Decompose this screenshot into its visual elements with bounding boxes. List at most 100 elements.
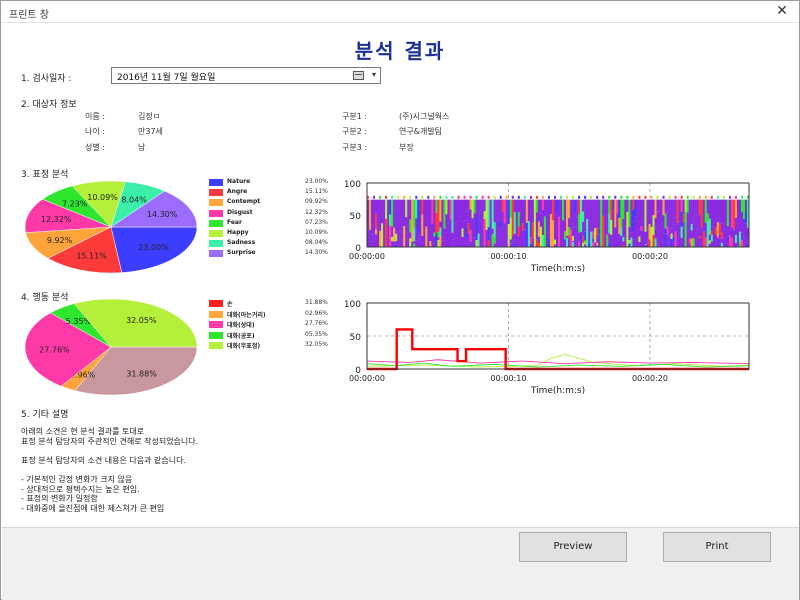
expression-timeline-segment (642, 223, 645, 231)
expression-timeline-segment (696, 229, 699, 238)
behavior-timeline-x-tick-label: 00:00:20 (632, 374, 668, 383)
expression-timeline-segment (574, 213, 577, 236)
expression-timeline-segment (499, 195, 502, 199)
expression-slice-label-1: 15.11% (76, 252, 107, 261)
expression-timeline-segment (553, 239, 557, 245)
expression-timeline-segment (455, 199, 458, 222)
expression-timeline-segment (606, 234, 609, 247)
expression-timeline-segment (475, 214, 478, 237)
expression-timeline-segment (383, 199, 386, 215)
expression-timeline-segment (465, 199, 468, 212)
expression-timeline-segment (564, 199, 567, 232)
expression-timeline-segment (632, 195, 635, 199)
expression-timeline-segment (596, 199, 599, 228)
expression-timeline-segment (533, 216, 537, 247)
expression-timeline-segment (658, 224, 661, 239)
expression-timeline-segment (680, 240, 683, 247)
behavior-timeline-x-tick-label: 00:00:10 (491, 374, 527, 383)
expression-timeline-segment (692, 218, 695, 239)
expression-timeline-segment (662, 199, 665, 216)
expression-timeline-segment (547, 237, 551, 247)
expression-timeline-segment (608, 195, 611, 199)
expression-timeline-segment (403, 211, 406, 227)
expression-timeline-segment (429, 199, 432, 230)
expression-legend-item: Contempt 09.92% (209, 198, 329, 207)
expression-timeline-segment (606, 215, 609, 225)
expression-timeline-segment (529, 237, 533, 244)
expression-timeline-segment (423, 230, 426, 235)
expression-timeline-segment (413, 227, 416, 242)
expression-timeline-segment (718, 234, 722, 240)
expression-timeline-segment (586, 199, 589, 220)
expression-timeline-segment (387, 220, 390, 238)
expression-timeline-segment (383, 214, 386, 247)
expression-timeline-segment (409, 199, 412, 220)
expression-timeline-segment (588, 199, 591, 229)
expression-timeline-segment (576, 199, 579, 218)
expression-timeline-segment (543, 199, 547, 217)
expression-timeline-segment (387, 199, 390, 221)
expression-timeline-segment (646, 242, 649, 244)
expression-timeline-segment (517, 195, 520, 199)
expression-timeline-segment (373, 199, 376, 232)
expression-timeline-segment (379, 195, 382, 199)
expression-timeline-segment (676, 199, 679, 224)
expression-timeline-segment (477, 233, 480, 247)
expression-legend-item: Nature 23.00% (209, 178, 329, 187)
behavior-legend-value: 31.88% (305, 299, 328, 306)
expression-timeline-segment (680, 195, 683, 199)
expression-timeline-segment (505, 199, 508, 225)
expression-timeline-segment (612, 210, 615, 247)
exam-date-picker[interactable]: 2016년 11월 7일 월요일 ▾ (111, 67, 381, 84)
expression-timeline-segment (503, 199, 506, 224)
expression-timeline-segment (706, 221, 709, 247)
expression-timeline-segment (521, 199, 525, 224)
expression-timeline-segment (513, 243, 516, 247)
preview-button[interactable]: Preview (519, 532, 627, 562)
expression-timeline-segment (397, 199, 400, 212)
expression-timeline-segment (588, 228, 591, 237)
expression-timeline-segment (744, 199, 748, 213)
expression-timeline-segment (517, 211, 520, 227)
expression-timeline-segment (686, 195, 689, 199)
chevron-down-icon[interactable]: ▾ (372, 70, 376, 79)
expression-timeline-segment (447, 199, 450, 224)
expression-timeline-segment (668, 242, 671, 247)
expression-timeline-segment (413, 241, 416, 244)
expression-timeline-segment (632, 209, 635, 232)
expression-timeline-segment (511, 232, 514, 236)
expression-timeline-segment (704, 195, 707, 199)
expression-timeline-segment (371, 241, 374, 245)
expression-timeline-segment (670, 239, 673, 247)
expression-timeline-segment (441, 241, 444, 247)
expression-timeline-segment (483, 199, 486, 212)
expression-timeline-segment (539, 226, 543, 247)
expression-timeline-segment (618, 199, 621, 218)
expression-timeline-segment (409, 238, 412, 247)
expression-timeline-segment (375, 234, 378, 239)
expression-timeline-segment (742, 218, 746, 237)
expression-timeline-y-tick-label: 50 (350, 212, 362, 222)
expression-timeline-segment (626, 211, 629, 247)
expression-timeline-segment (650, 226, 653, 247)
expression-timeline-segment (706, 199, 709, 214)
expression-timeline-segment (594, 228, 597, 241)
expression-timeline-segment (708, 234, 711, 241)
expression-timeline-segment (481, 222, 484, 247)
expression-timeline-segment (572, 199, 575, 228)
expression-timeline-segment (692, 195, 695, 199)
expression-timeline-segment (391, 241, 394, 247)
calendar-icon[interactable] (353, 71, 364, 80)
expression-timeline-segment (547, 232, 551, 238)
expression-timeline-segment (620, 199, 623, 228)
expression-timeline-segment (517, 226, 520, 236)
expression-timeline-segment (553, 199, 557, 231)
expression-timeline-segment (614, 227, 617, 247)
expression-timeline-segment (654, 199, 657, 218)
expression-timeline-segment (541, 209, 545, 221)
close-icon[interactable]: ✕ (765, 1, 799, 23)
expression-timeline-segment (666, 226, 669, 235)
print-button[interactable]: Print (663, 532, 771, 562)
expression-timeline-segment (437, 231, 440, 238)
expression-timeline-segment (389, 214, 392, 226)
